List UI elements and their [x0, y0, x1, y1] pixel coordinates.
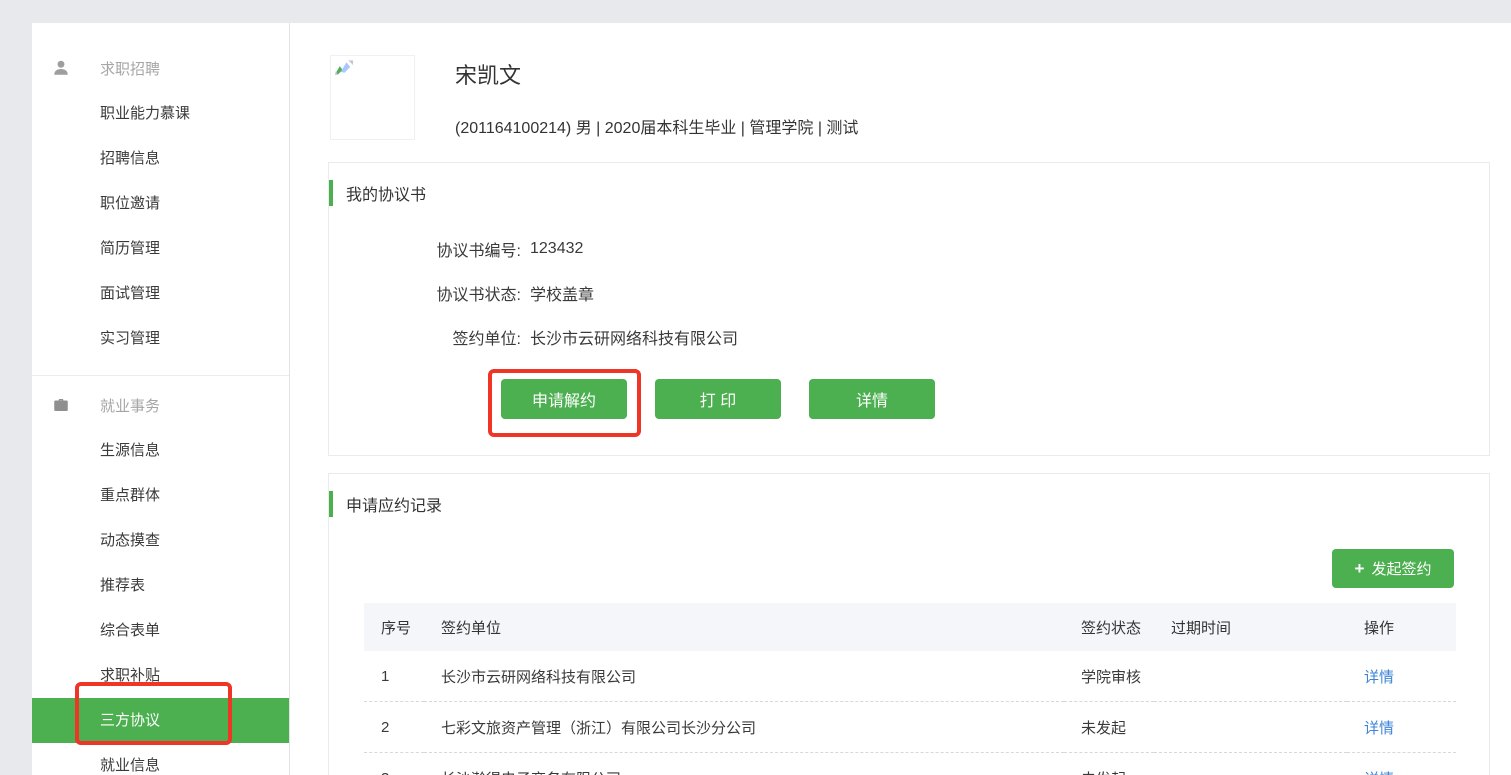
main-content: 宋凯文 (201164100214) 男 | 2020届本科生毕业 | 管理学院…: [291, 23, 1511, 775]
sidebar-item-key-groups[interactable]: 重点群体: [32, 473, 289, 518]
title-accent-bar: [329, 180, 333, 206]
records-card-title: 申请应约记录: [346, 492, 442, 516]
table-header-row: 序号 签约单位 签约状态 过期时间 操作: [364, 603, 1456, 651]
sidebar-item-career-mooc[interactable]: 职业能力慕课: [32, 91, 289, 136]
agreement-number-row: 协议书编号: 123432: [329, 227, 1489, 271]
sidebar-section-job-recruitment: 求职招聘: [32, 45, 289, 91]
table-row: 2 七彩文旅资产管理（浙江）有限公司长沙分公司 未发起 详情: [364, 702, 1456, 753]
signing-company-row: 签约单位: 长沙市云研网络科技有限公司: [329, 315, 1489, 359]
row-index: 1: [364, 651, 424, 702]
briefcase-icon: [52, 396, 70, 414]
col-header-status: 签约状态: [1064, 603, 1154, 651]
sidebar-item-employment-info[interactable]: 就业信息: [32, 743, 289, 775]
agreement-card-title: 我的协议书: [346, 181, 426, 205]
detail-button[interactable]: 详情: [809, 379, 935, 419]
row-status: 未发起: [1064, 702, 1154, 753]
row-index: 3: [364, 753, 424, 775]
sidebar-item-internship-manage[interactable]: 实习管理: [32, 316, 289, 361]
print-button[interactable]: 打 印: [655, 379, 781, 419]
row-company: 长沙瀚得电子商务有限公司: [424, 753, 1064, 775]
sidebar-item-position-invite[interactable]: 职位邀请: [32, 181, 289, 226]
agreement-status-label: 协议书状态:: [329, 281, 521, 305]
avatar: [330, 55, 415, 140]
row-status: 学院审核: [1064, 651, 1154, 702]
col-header-action: 操作: [1347, 603, 1456, 651]
top-strip: [0, 0, 1511, 23]
sidebar-divider: [32, 375, 289, 376]
row-detail-link[interactable]: 详情: [1364, 720, 1394, 737]
sidebar-section-label: 求职招聘: [100, 58, 160, 79]
signing-company-label: 签约单位:: [329, 325, 521, 349]
title-accent-bar: [329, 491, 333, 517]
sidebar-item-resume-manage[interactable]: 简历管理: [32, 226, 289, 271]
sidebar-item-job-subsidy[interactable]: 求职补贴: [32, 653, 289, 698]
plus-icon: +: [1355, 560, 1365, 577]
row-detail-link[interactable]: 详情: [1364, 771, 1394, 775]
row-expire: [1154, 651, 1347, 702]
student-details: (201164100214) 男 | 2020届本科生毕业 | 管理学院 | 测…: [455, 114, 858, 138]
records-table: 序号 签约单位 签约状态 过期时间 操作 1 长沙市云研网络科技有限公司 学院审…: [364, 603, 1456, 775]
person-icon: [52, 59, 70, 77]
agreement-number-label: 协议书编号:: [329, 237, 521, 261]
sidebar-item-dynamic-survey[interactable]: 动态摸查: [32, 518, 289, 563]
row-company: 长沙市云研网络科技有限公司: [424, 651, 1064, 702]
sidebar-item-interview-manage[interactable]: 面试管理: [32, 271, 289, 316]
table-row: 1 长沙市云研网络科技有限公司 学院审核 详情: [364, 651, 1456, 702]
sidebar-item-tripartite-agreement[interactable]: 三方协议: [32, 698, 289, 743]
agreement-number-value: 123432: [530, 240, 583, 258]
row-expire: [1154, 702, 1347, 753]
signing-company-value: 长沙市云研网络科技有限公司: [530, 325, 738, 349]
records-card: 申请应约记录 + 发起签约 序号 签约单位 签约状态 过期时间 操作: [328, 473, 1490, 775]
agreement-status-row: 协议书状态: 学校盖章: [329, 271, 1489, 315]
table-row: 3 长沙瀚得电子商务有限公司 未发起 详情: [364, 753, 1456, 775]
sidebar-item-recruit-info[interactable]: 招聘信息: [32, 136, 289, 181]
row-detail-link[interactable]: 详情: [1364, 669, 1394, 686]
agreement-card: 我的协议书 协议书编号: 123432 协议书状态: 学校盖章 签约单位: 长沙…: [328, 162, 1490, 456]
row-expire: [1154, 753, 1347, 775]
col-header-index: 序号: [364, 603, 424, 651]
agreement-status-value: 学校盖章: [530, 281, 594, 305]
sidebar: 求职招聘 职业能力慕课 招聘信息 职位邀请 简历管理 面试管理 实习管理 就业事…: [32, 23, 290, 775]
sidebar-item-comprehensive-forms[interactable]: 综合表单: [32, 608, 289, 653]
initiate-signing-label: 发起签约: [1371, 558, 1431, 579]
broken-image-icon: [334, 59, 355, 77]
sidebar-section-employment-affairs: 就业事务: [32, 382, 289, 428]
screen: 求职招聘 职业能力慕课 招聘信息 职位邀请 简历管理 面试管理 实习管理 就业事…: [0, 0, 1511, 775]
col-header-expire: 过期时间: [1154, 603, 1347, 651]
sidebar-section-label: 就业事务: [100, 395, 160, 416]
row-status: 未发起: [1064, 753, 1154, 775]
row-company: 七彩文旅资产管理（浙江）有限公司长沙分公司: [424, 702, 1064, 753]
sidebar-item-recommend-form[interactable]: 推荐表: [32, 563, 289, 608]
row-index: 2: [364, 702, 424, 753]
apply-termination-button[interactable]: 申请解约: [501, 379, 627, 419]
col-header-company: 签约单位: [424, 603, 1064, 651]
initiate-signing-button[interactable]: + 发起签约: [1332, 549, 1454, 588]
student-name: 宋凯文: [455, 58, 521, 90]
sidebar-item-student-source[interactable]: 生源信息: [32, 428, 289, 473]
left-strip: [0, 0, 32, 775]
